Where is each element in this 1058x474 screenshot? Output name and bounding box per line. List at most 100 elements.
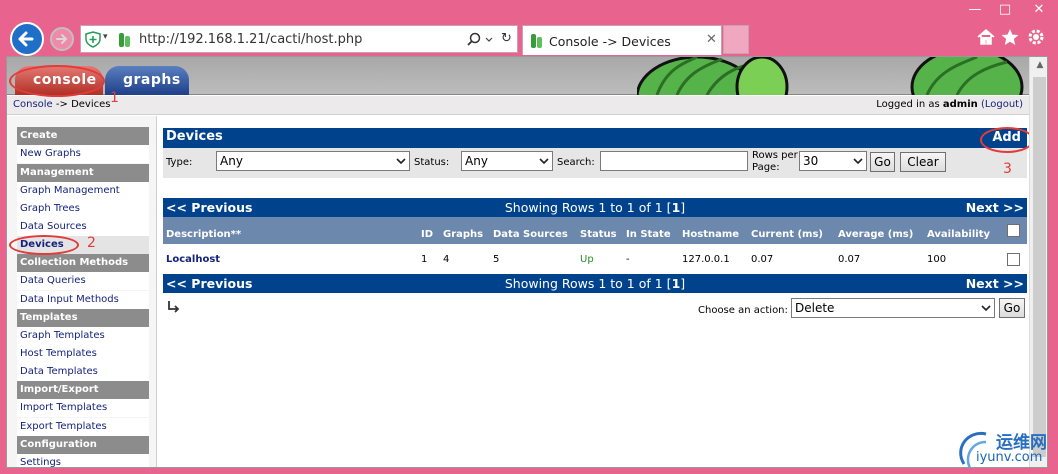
device-availability: 100 <box>927 254 947 265</box>
pager-bottom: << Previous Showing Rows 1 to 1 of 1 [1]… <box>163 274 1027 293</box>
device-average-ms: 0.07 <box>838 254 861 265</box>
device-description-link[interactable]: Localhost <box>166 254 220 265</box>
sidebar-item-data-templates[interactable]: Data Templates <box>17 363 149 381</box>
action-go-button[interactable]: Go <box>999 298 1025 318</box>
sidebar: Create New Graphs Management Graph Manag… <box>7 116 157 467</box>
device-current-ms: 0.07 <box>751 254 774 265</box>
sidebar-item-host-templates[interactable]: Host Templates <box>17 345 149 363</box>
sidebar-item-data-queries[interactable]: Data Queries <box>17 272 149 290</box>
device-status: Up <box>580 254 594 265</box>
devices-panel-header: Devices Add <box>163 128 1027 148</box>
watermark-en: iyunv.com <box>976 450 1043 465</box>
device-data-sources: 5 <box>493 254 500 265</box>
breadcrumb: Console -> Devices <box>13 99 110 110</box>
device-hostname: 127.0.0.1 <box>682 254 730 265</box>
sidebar-item-data-input-methods[interactable]: Data Input Methods <box>17 291 149 309</box>
page-scrollbar[interactable]: ▲ <box>1029 57 1047 467</box>
minimize-button[interactable]: — <box>960 0 990 20</box>
sidebar-header-import-export: Import/Export <box>17 381 149 399</box>
sidebar-item-data-sources[interactable]: Data Sources <box>17 218 149 236</box>
pager-text: Showing Rows 1 to 1 of 1 [ <box>504 276 672 291</box>
pager-summary: Showing Rows 1 to 1 of 1 [1] <box>163 198 1027 217</box>
type-select[interactable]: Any <box>216 151 410 171</box>
logout-link[interactable]: (Logout) <box>981 99 1023 110</box>
col-hostname[interactable]: Hostname <box>682 229 739 240</box>
device-graphs: 4 <box>443 254 450 265</box>
address-bar[interactable]: ▾ http://192.168.1.21/cacti/host.php ↻ <box>80 25 518 53</box>
col-data-sources[interactable]: Data Sources <box>493 229 568 240</box>
sidebar-header-create: Create <box>17 127 149 145</box>
col-in-state[interactable]: In State <box>626 229 671 240</box>
pager-summary: Showing Rows 1 to 1 of 1 [1] <box>163 274 1027 293</box>
annotation-ellipse-console <box>9 65 105 97</box>
breadcrumb-separator: -> <box>52 99 72 110</box>
status-label: Status: <box>414 157 450 168</box>
filter-bar: Type: Any Status: Any Search: Rows per P… <box>163 148 1027 178</box>
url-text: http://192.168.1.21/cacti/host.php <box>139 32 363 47</box>
scroll-up-icon[interactable]: ▲ <box>1030 60 1047 70</box>
gear-icon[interactable] <box>1026 27 1046 47</box>
sidebar-item-import-templates[interactable]: Import Templates <box>17 399 149 417</box>
pager-text-end: ] <box>680 276 686 291</box>
sidebar-header-templates: Templates <box>17 309 149 327</box>
status-select[interactable]: Any <box>461 151 553 171</box>
sidebar-item-graph-management[interactable]: Graph Management <box>17 182 149 200</box>
sidebar-item-graph-trees[interactable]: Graph Trees <box>17 200 149 218</box>
breadcrumb-bar: Console -> Devices Logged in as admin (L… <box>7 96 1047 115</box>
sidebar-item-export-templates[interactable]: Export Templates <box>17 418 149 436</box>
breadcrumb-console-link[interactable]: Console <box>13 99 53 110</box>
chevron-down-icon[interactable]: ▾ <box>103 32 108 42</box>
star-icon[interactable] <box>1000 27 1020 47</box>
sidebar-item-settings[interactable]: Settings <box>17 454 149 467</box>
filter-go-button[interactable]: Go <box>870 152 895 172</box>
forward-button[interactable] <box>50 27 74 51</box>
col-current[interactable]: Current (ms) <box>751 229 823 240</box>
select-all-checkbox[interactable] <box>1007 224 1020 237</box>
new-tab-button[interactable] <box>723 25 749 54</box>
action-select-value: Delete <box>795 301 835 315</box>
col-status[interactable]: Status <box>580 229 617 240</box>
pager-text: Showing Rows 1 to 1 of 1 [ <box>504 200 672 215</box>
maximize-button[interactable]: □ <box>990 0 1020 20</box>
col-availability[interactable]: Availability <box>927 229 990 240</box>
device-in-state: - <box>626 254 630 265</box>
rows-per-page-select[interactable]: 30 <box>799 151 867 171</box>
sidebar-item-new-graphs[interactable]: New Graphs <box>17 145 149 163</box>
row-checkbox[interactable] <box>1007 253 1020 266</box>
sidebar-item-graph-templates[interactable]: Graph Templates <box>17 327 149 345</box>
tab-title: Console -> Devices <box>549 34 671 49</box>
back-button[interactable] <box>10 22 44 56</box>
browser-chrome: — □ ✕ ▾ http://192.168.1.21/cacti/host.p… <box>0 0 1058 56</box>
home-icon[interactable] <box>976 27 996 47</box>
col-graphs[interactable]: Graphs <box>443 229 483 240</box>
search-label: Search: <box>557 157 595 168</box>
close-tab-icon[interactable]: ✕ <box>706 32 717 47</box>
browser-tab[interactable]: Console -> Devices ✕ <box>522 25 722 55</box>
login-status: Logged in as admin (Logout) <box>876 99 1023 110</box>
col-description[interactable]: Description** <box>166 229 241 240</box>
filter-clear-button[interactable]: Clear <box>900 152 946 172</box>
cacti-page: console graphs Console -> Devices Logged… <box>6 56 1048 468</box>
pager-page-link[interactable]: 1 <box>672 200 681 215</box>
cacti-favicon-icon <box>531 34 542 48</box>
scroll-thumb[interactable] <box>1033 77 1046 457</box>
refresh-icon[interactable]: ↻ <box>501 31 512 46</box>
action-select[interactable]: Delete <box>791 298 995 318</box>
chevron-down-icon <box>981 305 991 312</box>
annotation-number-1: 1 <box>110 90 119 106</box>
search-icon[interactable] <box>467 32 497 48</box>
sidebar-header-collection-methods: Collection Methods <box>17 254 149 272</box>
next-page-link[interactable]: Next >> <box>966 274 1024 293</box>
type-label: Type: <box>166 157 193 168</box>
search-input[interactable] <box>600 151 748 171</box>
shield-icon <box>85 31 101 48</box>
enter-arrow-icon <box>168 301 180 313</box>
col-average[interactable]: Average (ms) <box>838 229 913 240</box>
pager-page-link[interactable]: 1 <box>672 276 681 291</box>
col-id[interactable]: ID <box>421 229 433 240</box>
close-window-button[interactable]: ✕ <box>1020 0 1058 20</box>
next-page-link[interactable]: Next >> <box>966 198 1024 217</box>
annotation-ellipse-devices <box>9 235 79 255</box>
chevron-down-icon <box>396 158 406 165</box>
action-bar: Choose an action: Delete Go <box>163 294 1027 324</box>
